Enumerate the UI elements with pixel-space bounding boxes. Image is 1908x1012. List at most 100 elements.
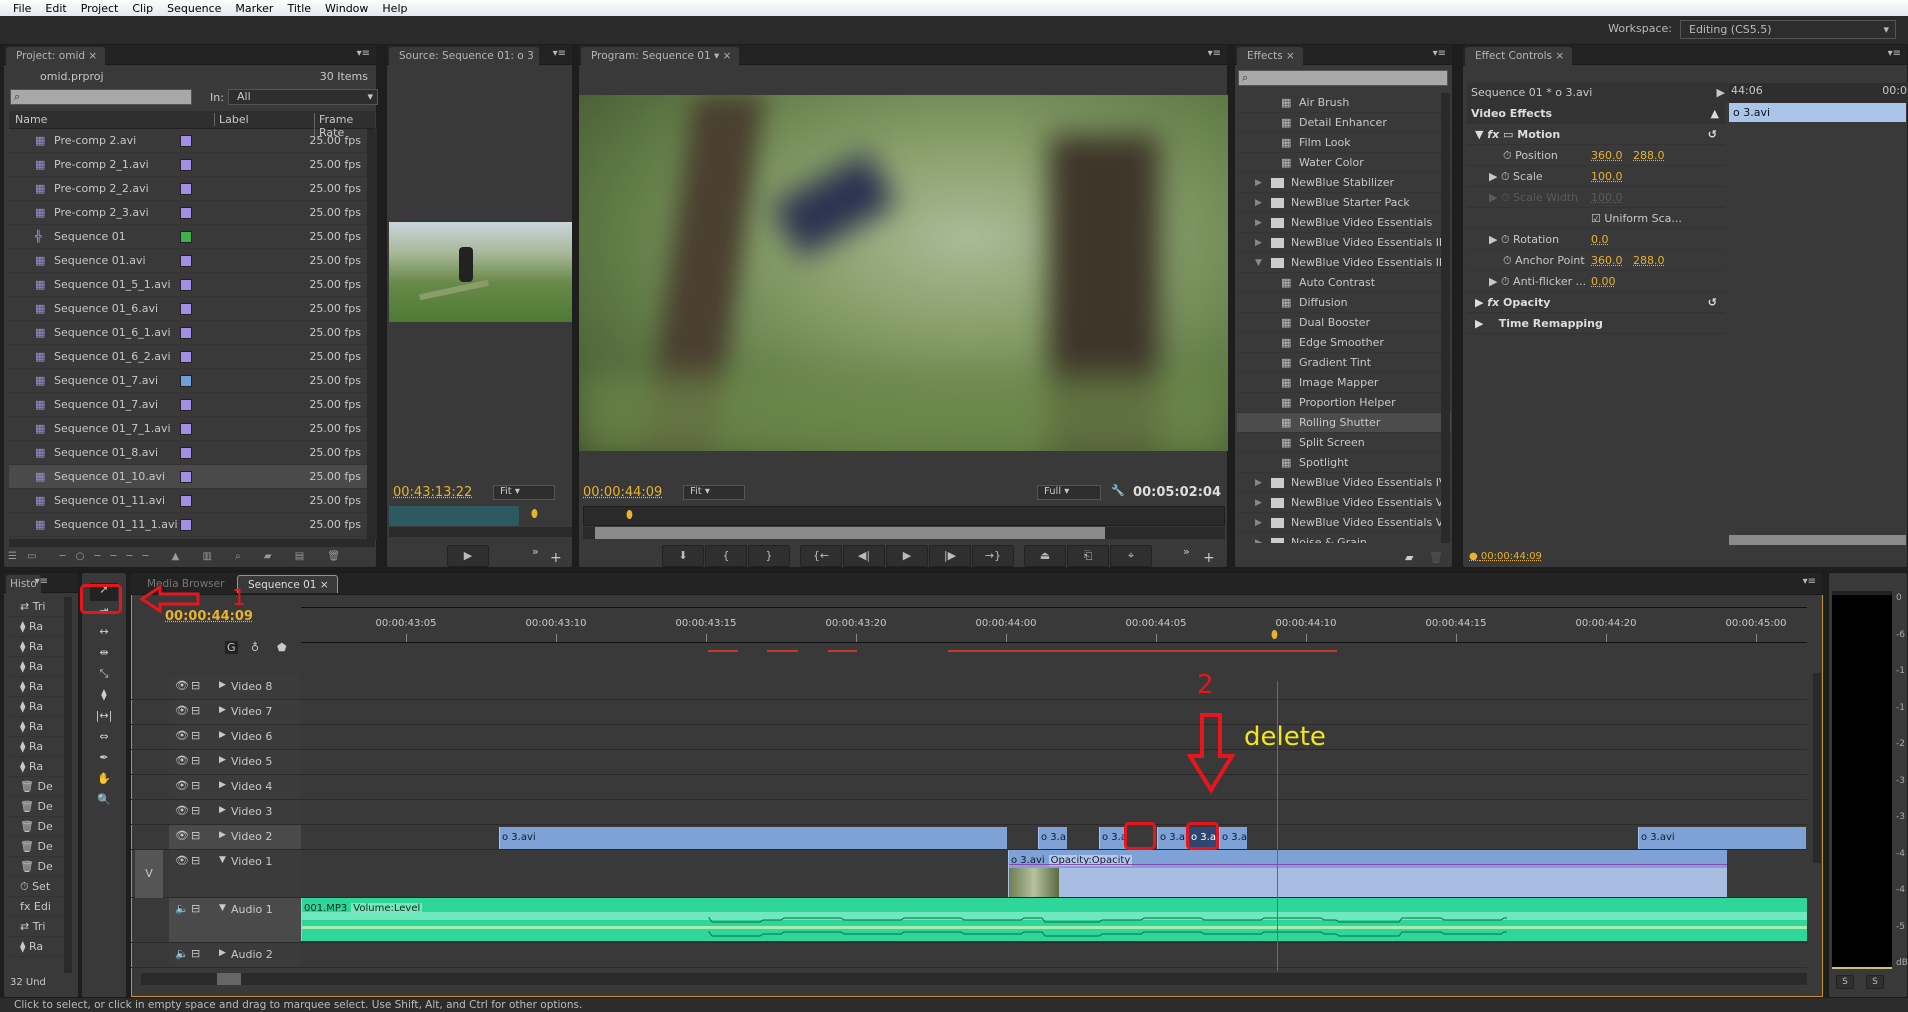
video-scrollbar[interactable] [1813, 673, 1821, 863]
track-video-5[interactable]: 👁 ⊟ ▶ Video 5 [131, 750, 1807, 775]
anchor-x[interactable]: 360.0 [1591, 250, 1623, 271]
source-timecode[interactable]: 00:43:13:22 [393, 485, 472, 500]
go-to-in-button[interactable]: {← [800, 545, 842, 567]
new-bin-icon[interactable]: ▰ [1405, 551, 1413, 564]
track-video-3[interactable]: 👁 ⊟ ▶ Video 3 [131, 800, 1807, 825]
project-item[interactable]: ▦ Pre-comp 2_3.avi 25.00 fps [9, 201, 367, 225]
history-item[interactable]: 🗑 De [8, 817, 64, 837]
v2-clip[interactable]: o 3.avi [499, 827, 1007, 849]
sync-lock-icon[interactable]: ⊟ [191, 902, 200, 915]
label-swatch[interactable] [180, 375, 192, 387]
timeline-hscrollbar[interactable] [141, 973, 1807, 985]
sync-lock-icon[interactable]: ⊟ [191, 947, 200, 960]
effects-folder[interactable]: ▶ NewBlue Video Essentials IV [1237, 473, 1451, 493]
sync-lock-icon[interactable]: ⊟ [191, 854, 200, 867]
mark-in-button[interactable]: { [705, 545, 747, 567]
label-swatch[interactable] [180, 135, 192, 147]
effects-folder[interactable]: ▶ NewBlue Starter Pack [1237, 193, 1451, 213]
effects-folder[interactable]: ▶ NewBlue Video Essentials II [1237, 233, 1451, 253]
effect-item[interactable]: ▦ Edge Smoother [1237, 333, 1451, 353]
effects-scrollbar[interactable] [1441, 93, 1450, 543]
source-play-button[interactable]: ▶ [447, 545, 489, 567]
effect-item[interactable]: ▦ Image Mapper [1237, 373, 1451, 393]
effects-folder[interactable]: ▶ NewBlue Video Essentials VII [1237, 513, 1451, 533]
solo-right-button[interactable]: S [1866, 975, 1884, 989]
chevron-right-icon[interactable]: ▶ [219, 730, 226, 740]
rotation-value[interactable]: 0.0 [1591, 229, 1609, 250]
tab-sequence-01[interactable]: Sequence 01 × [237, 575, 338, 593]
source-in-out-range[interactable] [389, 506, 519, 526]
project-toolbar[interactable]: ☰▭ ─○──── ▲ ▥ ⌕ ▰ ▤ 🗑 [8, 551, 372, 565]
chevron-down-icon[interactable]: ▼ [219, 903, 226, 913]
effect-item[interactable]: ▦ Proportion Helper [1237, 393, 1451, 413]
history-item[interactable]: 🗑 De [8, 857, 64, 877]
marker-icon[interactable]: ⬟ [277, 641, 287, 654]
project-item[interactable]: ▦ Pre-comp 2_2.avi 25.00 fps [9, 177, 367, 201]
history-item[interactable]: 🗑 De [8, 837, 64, 857]
anchor-y[interactable]: 288.0 [1633, 250, 1665, 271]
tab-project[interactable]: Project: omid × [6, 47, 106, 65]
keyframe-marker-icon[interactable]: ♁ [251, 641, 259, 654]
step-forward-button[interactable]: |▶ [929, 545, 971, 567]
chevron-right-icon[interactable]: ▶ [1255, 173, 1262, 193]
chevron-right-icon[interactable]: ▶ [219, 680, 226, 690]
menu-file[interactable]: File [6, 2, 38, 15]
ec-zoom-bar[interactable] [1729, 535, 1906, 545]
chevron-right-icon[interactable]: ▶ [219, 948, 226, 958]
chevron-right-icon[interactable]: ▶ [219, 780, 226, 790]
chevron-right-icon[interactable]: ▶ [219, 705, 226, 715]
effect-item[interactable]: ▦ Air Brush [1237, 93, 1451, 113]
play-button[interactable]: ▶ [886, 545, 928, 567]
panel-menu-icon[interactable]: ▾≡ [357, 48, 370, 59]
menu-help[interactable]: Help [375, 2, 414, 15]
menu-marker[interactable]: Marker [228, 2, 280, 15]
tab-program[interactable]: Program: Sequence 01 ▾ × [581, 47, 740, 65]
effects-folder[interactable]: ▶ NewBlue Video Essentials V [1237, 493, 1451, 513]
label-swatch[interactable] [180, 351, 192, 363]
add-button-icon[interactable]: + [1203, 550, 1215, 566]
effect-item[interactable]: ▦ Rolling Shutter [1237, 413, 1451, 433]
source-fit-select[interactable]: Fit ▾ [493, 485, 555, 500]
effect-item[interactable]: ▦ Split Screen [1237, 433, 1451, 453]
label-swatch[interactable] [180, 327, 192, 339]
pen-tool[interactable]: ✒ [90, 751, 118, 769]
chevron-right-icon[interactable]: ▶ [1255, 233, 1262, 253]
snap-icon[interactable]: G [225, 641, 238, 654]
sync-lock-icon[interactable]: ⊟ [191, 679, 200, 692]
track-video-4[interactable]: 👁 ⊟ ▶ Video 4 [131, 775, 1807, 800]
chevron-right-icon[interactable]: ▶ [219, 805, 226, 815]
effect-item[interactable]: ▦ Water Color [1237, 153, 1451, 173]
chevron-right-icon[interactable]: ▶ [219, 755, 226, 765]
source-playhead-icon[interactable]: ⬮ [531, 507, 538, 521]
eye-icon[interactable]: 👁 [175, 704, 189, 717]
chevron-right-icon[interactable]: ▶ [1255, 193, 1262, 213]
eye-icon[interactable]: 👁 [175, 729, 189, 742]
effect-item[interactable]: ▦ Detail Enhancer [1237, 113, 1451, 133]
effects-folder[interactable]: ▶ NewBlue Stabilizer [1237, 173, 1451, 193]
history-scrollbar[interactable] [64, 597, 72, 973]
add-button-icon[interactable]: + [550, 550, 562, 566]
workspace-select[interactable]: Editing (CS5.5) ▾ [1680, 20, 1896, 39]
history-item[interactable]: ⧫ Ra [8, 757, 64, 777]
razor-tool[interactable]: ⧫ [90, 688, 118, 706]
solo-left-button[interactable]: S [1836, 975, 1854, 989]
track-video-7[interactable]: 👁 ⊟ ▶ Video 7 [131, 700, 1807, 725]
label-swatch[interactable] [180, 255, 192, 267]
project-item[interactable]: ▦ Pre-comp 2_1.avi 25.00 fps [9, 153, 367, 177]
sync-lock-icon[interactable]: ⊟ [191, 729, 200, 742]
track-audio-2[interactable]: 🔈 ⊟ ▶ Audio 2 [131, 943, 1807, 968]
eye-icon[interactable]: 👁 [175, 679, 189, 692]
program-zoom-bar[interactable] [583, 527, 1225, 539]
history-item[interactable]: fx Edi [8, 897, 64, 917]
effect-item[interactable]: ▦ Auto Contrast [1237, 273, 1451, 293]
history-item[interactable]: ⧫ Ra [8, 937, 64, 957]
marker-button[interactable]: ⬇ [662, 545, 704, 567]
label-swatch[interactable] [180, 183, 192, 195]
v2-clip[interactable]: o 3.a [1157, 827, 1188, 849]
chevron-right-icon[interactable]: ▶ [1255, 493, 1262, 513]
chevron-down-icon[interactable]: ▼ [1255, 253, 1262, 273]
zoom-tool[interactable]: 🔍 [90, 793, 118, 811]
project-item[interactable]: ▦ Sequence 01_6.avi 25.00 fps [9, 297, 367, 321]
project-item[interactable]: ▦ Sequence 01_6_1.avi 25.00 fps [9, 321, 367, 345]
project-item[interactable]: ▦ Sequence 01_11_1.avi 25.00 fps [9, 513, 367, 537]
